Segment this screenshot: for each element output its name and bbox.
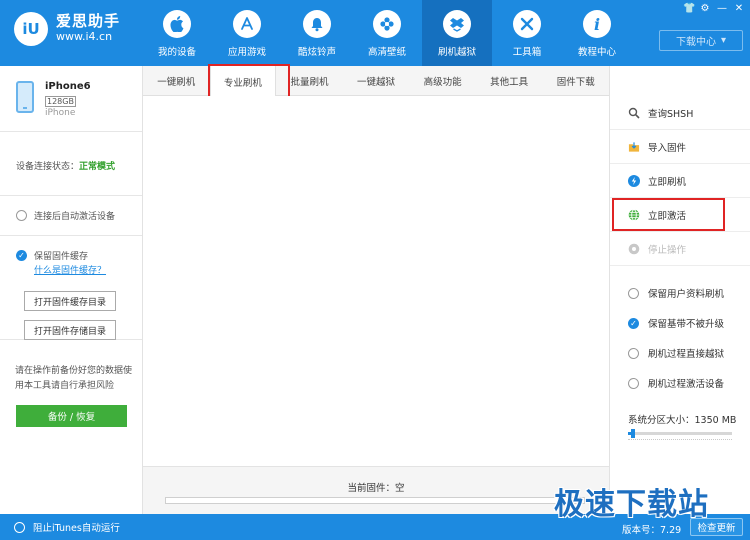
flash-now-button[interactable]: 立即刷机 (610, 164, 750, 198)
tab-one-click-jailbreak[interactable]: 一键越狱 (343, 66, 410, 96)
open-cache-dir-button[interactable]: 打开固件缓存目录 (24, 291, 116, 311)
connection-status: 设备连接状态：正常模式 (0, 132, 142, 196)
import-firmware-button[interactable]: 导入固件 (610, 130, 750, 164)
apple-icon (163, 10, 191, 38)
tab-one-click-flash[interactable]: 一键刷机 (143, 66, 210, 96)
gear-icon[interactable]: ⚙ (700, 3, 710, 14)
flash-progress-bar (165, 497, 585, 504)
download-center-button[interactable]: 下载中心 ▾ (659, 30, 743, 51)
nav-toolbox[interactable]: 工具箱 (492, 0, 562, 66)
nav-my-device[interactable]: 我的设备 (142, 0, 212, 66)
option-keep-baseband[interactable]: ✓ 保留基带不被升级 (628, 316, 724, 330)
firmware-list-area: 当前固件：空 (143, 96, 609, 514)
activate-during-flash-radio[interactable] (628, 377, 639, 389)
device-panel: iPhone6 128GB iPhone 设备连接状态：正常模式 连接后自动激活… (0, 66, 143, 514)
app-url: www.i4.cn (56, 30, 113, 43)
auto-activate-label: 连接后自动激活设备 (34, 212, 116, 222)
window-controls: 👕 ⚙ — ✕ (683, 3, 744, 14)
keep-baseband-checkbox[interactable]: ✓ (628, 317, 639, 329)
device-type: iPhone (45, 108, 76, 118)
folder-import-icon (628, 141, 640, 153)
partition-slider-handle[interactable] (631, 429, 636, 438)
stop-operation-button[interactable]: 停止操作 (610, 232, 750, 266)
auto-activate-radio[interactable] (16, 210, 27, 221)
warning-text: 请在操作前备份好您的数据使用本工具请自行承担风险 (15, 366, 133, 391)
activate-highlight-box (612, 198, 725, 231)
lightning-icon (628, 174, 640, 187)
partition-size-slider[interactable] (628, 429, 732, 438)
chevron-down-icon: ▾ (720, 35, 727, 46)
tab-firmware-download[interactable]: 固件下载 (542, 66, 609, 96)
slider-ticks (628, 439, 732, 442)
backup-restore-button[interactable]: 备份 / 恢复 (16, 405, 127, 427)
keep-user-data-radio[interactable] (628, 287, 639, 299)
connection-value: 正常模式 (79, 162, 116, 172)
option-keep-user-data[interactable]: 保留用户资料刷机 (628, 286, 724, 300)
firmware-status-bar: 当前固件：空 (143, 466, 609, 514)
open-store-dir-button[interactable]: 打开固件存储目录 (24, 320, 116, 340)
nav-tutorials[interactable]: i 教程中心 (562, 0, 632, 66)
nav-ringtones[interactable]: 酷炫铃声 (282, 0, 352, 66)
option-jailbreak-during-flash[interactable]: 刷机过程直接越狱 (628, 346, 724, 360)
phone-icon (16, 81, 34, 113)
search-icon (628, 107, 640, 119)
device-capacity: 128GB (45, 96, 76, 107)
close-icon[interactable]: ✕ (734, 3, 744, 14)
block-itunes-label: 阻止iTunes自动运行 (33, 523, 120, 534)
current-firmware-label: 当前固件：空 (347, 483, 405, 494)
skin-icon[interactable]: 👕 (683, 3, 695, 14)
connection-label: 设备连接状态： (16, 162, 80, 172)
tools-icon (513, 10, 541, 38)
what-is-cache-link[interactable]: 什么是固件缓存？ (34, 263, 106, 276)
app-store-icon (233, 10, 261, 38)
block-itunes-option[interactable]: 阻止iTunes自动运行 (14, 520, 120, 534)
query-shsh-button[interactable]: 查询SHSH (610, 96, 750, 130)
main-nav: 我的设备 应用游戏 酷炫铃声 高清壁纸 刷机越狱 工具箱 i 教程中心 (142, 0, 632, 66)
info-icon: i (583, 10, 611, 38)
minimize-icon[interactable]: — (717, 3, 727, 14)
block-itunes-radio[interactable] (14, 521, 25, 533)
nav-flash-jailbreak[interactable]: 刷机越狱 (422, 0, 492, 66)
dropbox-icon (443, 10, 471, 38)
tab-other-tools[interactable]: 其他工具 (476, 66, 543, 96)
keep-cache-label: 保留固件缓存 (34, 252, 89, 262)
actions-panel: 查询SHSH 导入固件 立即刷机 立即激活 停止操作 保留用户资料刷机 ✓ 保留… (609, 66, 750, 514)
flower-icon (373, 10, 401, 38)
device-card: iPhone6 128GB iPhone (0, 66, 142, 132)
nav-wallpapers[interactable]: 高清壁纸 (352, 0, 422, 66)
auto-activate-option[interactable]: 连接后自动激活设备 (0, 196, 142, 236)
watermark: 极速下载站 (554, 487, 709, 522)
download-center-label: 下载中心 (675, 37, 716, 48)
app-logo: iU 爱思助手 www.i4.cn (14, 12, 120, 46)
partition-size-label: 系统分区大小：1350 MB (628, 415, 737, 426)
version-label: 版本号：7.29 (622, 525, 682, 536)
app-name: 爱思助手 (56, 12, 121, 30)
firmware-cache-section: ✓ 保留固件缓存 什么是固件缓存？ 打开固件缓存目录 打开固件存储目录 (0, 236, 142, 340)
device-name: iPhone6 (45, 81, 91, 92)
jailbreak-during-flash-radio[interactable] (628, 347, 639, 359)
tab-advanced[interactable]: 高级功能 (409, 66, 476, 96)
bell-icon (303, 10, 331, 38)
option-activate-during-flash[interactable]: 刷机过程激活设备 (628, 376, 724, 390)
keep-cache-checkbox[interactable]: ✓ (16, 250, 27, 261)
stop-icon (628, 243, 640, 255)
header: iU 爱思助手 www.i4.cn 我的设备 应用游戏 酷炫铃声 高清壁纸 刷机… (0, 0, 750, 66)
logo-icon: iU (14, 12, 48, 46)
nav-apps-games[interactable]: 应用游戏 (212, 0, 282, 66)
